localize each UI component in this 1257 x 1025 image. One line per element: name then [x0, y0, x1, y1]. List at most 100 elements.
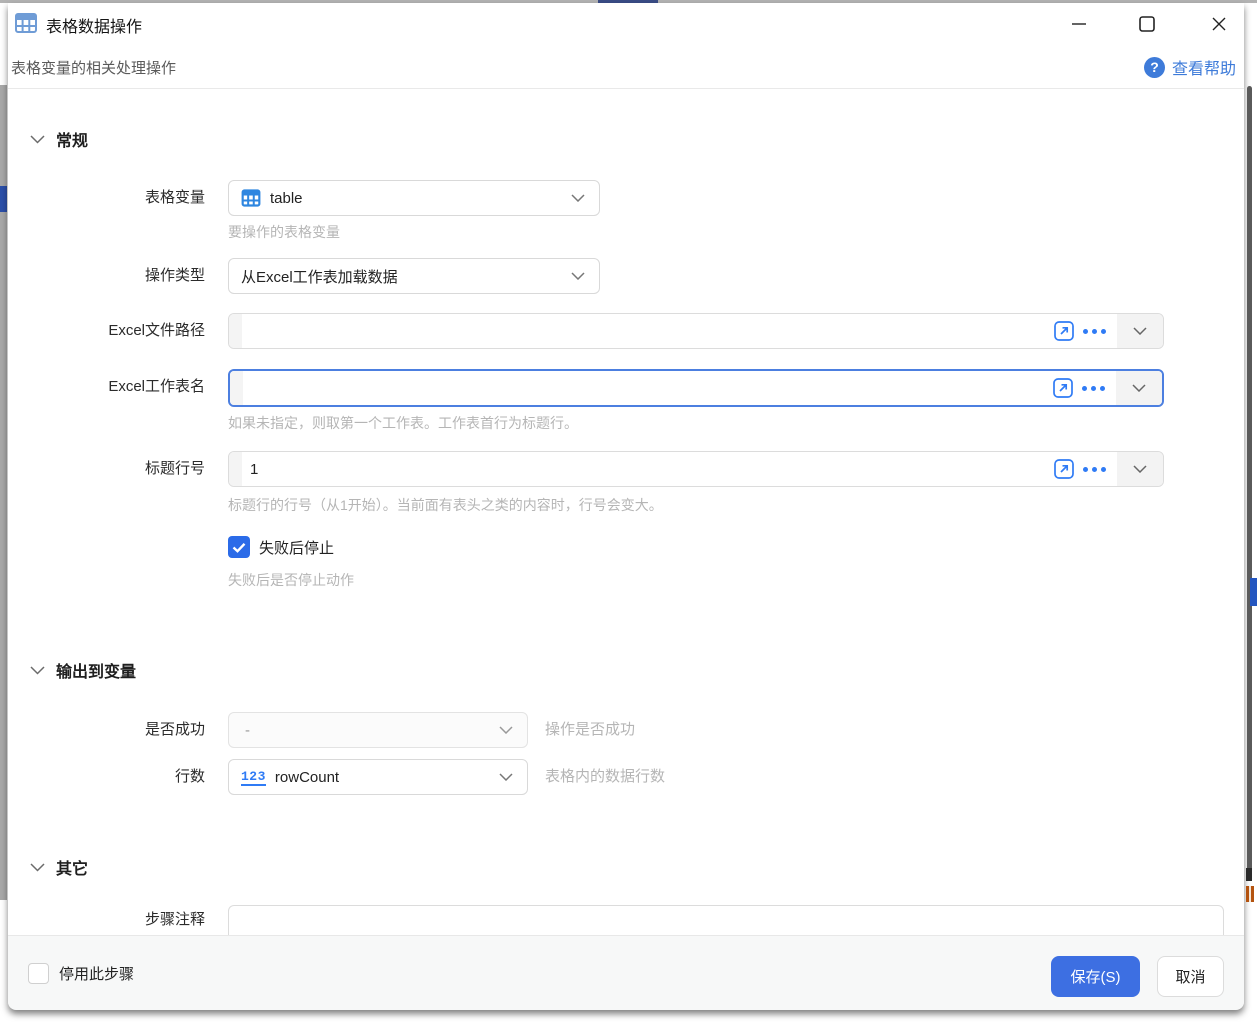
dropdown-toggle[interactable] [1116, 371, 1162, 405]
row-count-variable-select[interactable]: 123 rowCount [228, 759, 528, 795]
vertical-scrollbar[interactable] [1247, 86, 1252, 878]
label-step-comment: 步骤注释 [144, 911, 205, 928]
titlebar: 表格数据操作 [8, 3, 1244, 47]
chevron-down-icon [30, 134, 45, 144]
excel-sheet-name-input[interactable] [228, 369, 1164, 407]
hint-header-row-number: 标题行的行号（从1开始）。当前面有表头之类的内容时，行号会变大。 [228, 497, 663, 513]
close-button[interactable] [1201, 7, 1237, 41]
background-window-edge-left [0, 85, 7, 900]
stop-on-fail-checkbox[interactable] [228, 536, 250, 558]
ellipsis-icon [1101, 328, 1106, 334]
label-row-count: 行数 [174, 768, 205, 785]
open-expression-button[interactable] [1054, 321, 1074, 341]
ellipsis-icon [1082, 385, 1087, 391]
background-fragment [1246, 868, 1252, 881]
divider [8, 88, 1244, 89]
input-prefix [230, 371, 243, 405]
background-fragment [1250, 578, 1257, 606]
cancel-button[interactable]: 取消 [1157, 955, 1224, 997]
maximize-button[interactable] [1129, 7, 1165, 41]
maximize-icon [1139, 16, 1155, 32]
success-variable-value: - [245, 721, 250, 739]
header-row-number-value: 1 [250, 460, 259, 478]
stop-on-fail-label: 失败后停止 [259, 539, 335, 557]
ellipsis-icon [1083, 328, 1088, 334]
chevron-down-icon [1133, 465, 1147, 473]
label-table-variable: 表格变量 [144, 189, 205, 206]
section-title: 常规 [56, 133, 89, 150]
minimize-button[interactable] [1061, 7, 1097, 41]
more-options-button[interactable] [1083, 328, 1106, 334]
stop-on-fail-row: 失败后停止 [228, 536, 334, 558]
number-type-icon: 123 [241, 768, 266, 786]
label-excel-sheet-name: Excel工作表名 [108, 378, 205, 395]
ellipsis-icon [1100, 385, 1105, 391]
section-header-output[interactable]: 输出到变量 [30, 658, 136, 682]
ellipsis-icon [1092, 328, 1097, 334]
label-header-row-number: 标题行号 [144, 460, 205, 477]
window-title: 表格数据操作 [46, 19, 143, 36]
header-row-number-input[interactable]: 1 [228, 451, 1164, 487]
dialog-footer: 停用此步骤 保存(S) 取消 [8, 935, 1244, 1010]
dialog-subtitle: 表格变量的相关处理操作 [11, 60, 177, 77]
check-icon [232, 542, 246, 553]
hint-table-variable: 要操作的表格变量 [228, 224, 340, 240]
chevron-down-icon [1133, 327, 1147, 335]
table-variable-value: table [270, 189, 303, 207]
row-count-variable-value: rowCount [274, 768, 340, 786]
chevron-down-icon [499, 773, 513, 781]
disable-step-label: 停用此步骤 [59, 965, 135, 983]
hint-success: 操作是否成功 [545, 721, 636, 738]
label-operation-type: 操作类型 [144, 267, 205, 284]
label-success: 是否成功 [144, 721, 205, 738]
disable-step-checkbox[interactable] [28, 962, 49, 984]
footer-buttons: 保存(S) 取消 [1051, 955, 1224, 997]
operation-type-select[interactable]: 从Excel工作表加载数据 [228, 258, 600, 294]
hint-row-count: 表格内的数据行数 [545, 768, 666, 785]
help-icon [1143, 56, 1165, 78]
external-link-icon [1054, 459, 1074, 479]
label-excel-file-path: Excel文件路径 [108, 322, 205, 339]
open-expression-button[interactable] [1054, 459, 1074, 479]
excel-file-path-input[interactable] [228, 313, 1164, 349]
save-button[interactable]: 保存(S) [1051, 955, 1140, 997]
ellipsis-icon [1101, 466, 1106, 472]
ellipsis-icon [1091, 385, 1096, 391]
screen: 表格数据操作 表格变量的相关处理操作 查看帮助 [0, 0, 1257, 1025]
more-options-button[interactable] [1082, 385, 1105, 391]
table-variable-select[interactable]: table [228, 180, 600, 216]
dropdown-toggle[interactable] [1117, 314, 1163, 348]
section-title: 其它 [56, 861, 89, 878]
chevron-down-icon [1132, 384, 1146, 392]
input-prefix [229, 452, 242, 486]
background-fragment [1246, 886, 1254, 902]
chevron-down-icon [30, 665, 45, 675]
hint-excel-sheet-name: 如果未指定，则取第一个工作表。工作表首行为标题行。 [228, 415, 578, 431]
operation-type-value: 从Excel工作表加载数据 [241, 268, 398, 286]
external-link-icon [1054, 321, 1074, 341]
chevron-down-icon [571, 194, 585, 202]
more-options-button[interactable] [1083, 466, 1106, 472]
chevron-down-icon [571, 272, 585, 280]
dropdown-toggle[interactable] [1117, 452, 1163, 486]
ellipsis-icon [1092, 466, 1097, 472]
chevron-down-icon [30, 862, 45, 872]
dialog-table-data-operation: 表格数据操作 表格变量的相关处理操作 查看帮助 [8, 3, 1244, 1010]
section-header-other[interactable]: 其它 [30, 855, 88, 879]
ellipsis-icon [1083, 466, 1088, 472]
hint-stop-on-fail: 失败后是否停止动作 [228, 572, 354, 588]
help-link[interactable]: 查看帮助 [1143, 55, 1236, 79]
success-variable-select[interactable]: - [228, 712, 528, 748]
section-title: 输出到变量 [56, 664, 137, 681]
open-expression-button[interactable] [1053, 378, 1073, 398]
input-prefix [229, 314, 242, 348]
minimize-icon [1072, 23, 1086, 25]
external-link-icon [1053, 378, 1073, 398]
help-link-label: 查看帮助 [1171, 61, 1236, 78]
section-header-general[interactable]: 常规 [30, 127, 88, 151]
background-fragment [0, 186, 7, 212]
table-icon [15, 13, 37, 33]
close-icon [1212, 17, 1226, 31]
chevron-down-icon [499, 726, 513, 734]
table-icon [241, 189, 261, 207]
